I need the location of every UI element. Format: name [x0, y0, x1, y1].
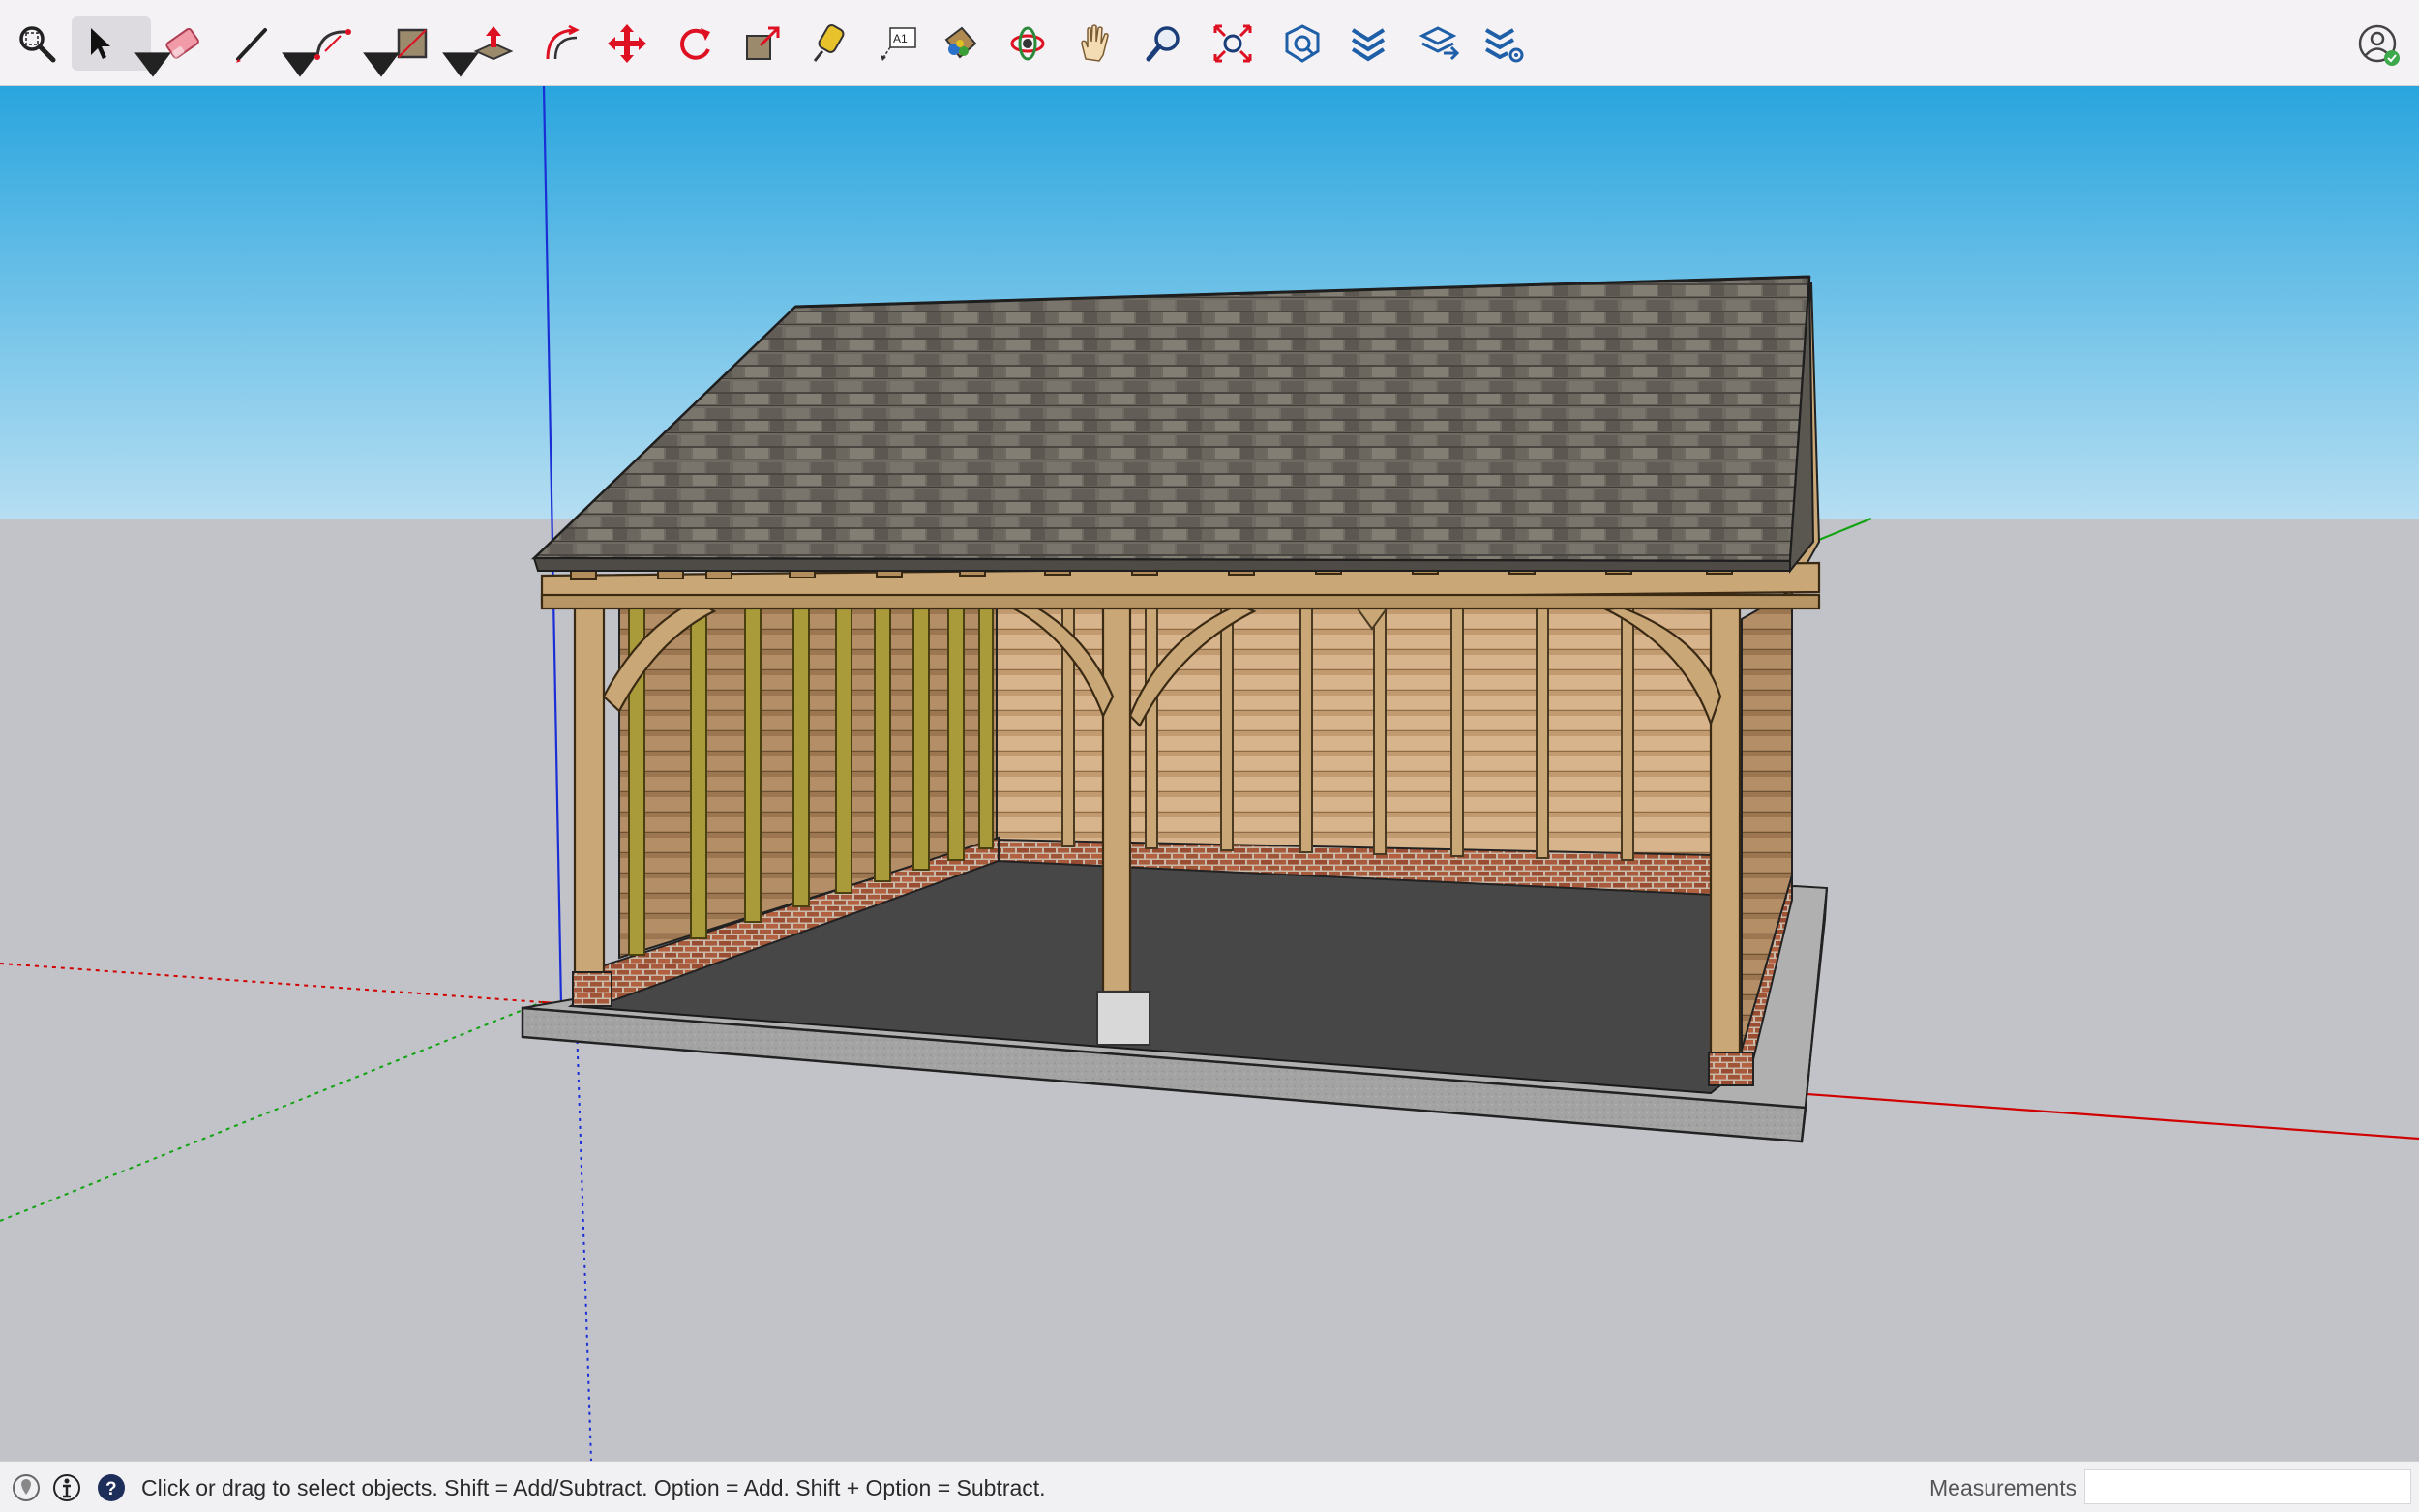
tape-measure-tool[interactable] [803, 16, 857, 71]
move-tool[interactable] [600, 16, 654, 71]
modeling-viewport[interactable] [0, 86, 2419, 1461]
push-pull-tool[interactable] [466, 16, 521, 71]
measurements-label: Measurements [1929, 1475, 2077, 1500]
extension-warehouse-tool[interactable] [1341, 16, 1395, 71]
send-to-layout-icon [1419, 26, 1460, 61]
post-right [1709, 603, 1742, 1056]
zoom-tool[interactable] [1138, 16, 1192, 71]
svg-text:?: ? [105, 1479, 117, 1499]
rectangle-icon [397, 28, 428, 59]
arc-icon [314, 29, 351, 60]
paint-bucket-icon [944, 26, 977, 59]
move-arrows-icon [608, 24, 646, 63]
offset-tool[interactable] [534, 16, 588, 71]
eraser-tool[interactable] [157, 16, 211, 71]
svg-text:A1: A1 [893, 32, 908, 45]
eraser-icon [165, 27, 199, 59]
status-hint-text: Click or drag to select objects. Shift =… [141, 1475, 1046, 1500]
magnifier-zoom-icon [1146, 26, 1180, 62]
measurements-input[interactable] [2084, 1469, 2411, 1504]
magnifier-zoom-window-icon [19, 26, 56, 63]
rotate-icon [680, 28, 710, 60]
extension-manager-tool[interactable] [1477, 16, 1531, 71]
geo-location-icon[interactable] [12, 1473, 41, 1502]
model-scene [0, 86, 2419, 1461]
rotate-tool[interactable] [668, 16, 722, 71]
zoom-extents-tool[interactable] [1206, 16, 1260, 71]
post-left-base [572, 971, 612, 1007]
paint-bucket-tool[interactable] [933, 16, 987, 71]
user-profile-icon[interactable] [2357, 23, 2402, 68]
scale-icon [746, 26, 780, 60]
text-tool[interactable]: A1 [871, 16, 925, 71]
line-tool[interactable] [224, 16, 318, 77]
zoom-extents-icon [1213, 24, 1252, 63]
post-middle [1101, 593, 1132, 993]
extension-manager-icon [1485, 28, 1524, 63]
pencil-line-icon [236, 28, 267, 63]
text-label-icon: A1 [881, 27, 916, 61]
pan-tool[interactable] [1068, 16, 1122, 71]
push-pull-icon [473, 26, 514, 61]
warehouse-icon [1285, 24, 1320, 63]
post-padstone [1096, 991, 1150, 1046]
orbit-icon [1010, 26, 1045, 61]
extension-warehouse-icon [1351, 28, 1386, 62]
post-right-base [1708, 1052, 1754, 1086]
offset-icon [546, 24, 580, 60]
status-bar: ? Click or drag to select objects. Shift… [0, 1461, 2419, 1512]
arrow-select-icon [91, 28, 110, 59]
hand-pan-icon [1081, 24, 1109, 62]
arc-tool[interactable] [306, 16, 400, 77]
rectangle-tool[interactable] [385, 16, 479, 77]
help-icon[interactable]: ? [97, 1473, 126, 1502]
orbit-tool[interactable] [1000, 16, 1055, 71]
send-to-layout-tool[interactable] [1413, 16, 1467, 71]
3d-warehouse-tool[interactable] [1275, 16, 1329, 71]
scale-tool[interactable] [735, 16, 790, 71]
post-left [573, 593, 606, 987]
zoom-window-tool[interactable] [10, 16, 64, 71]
tape-measure-icon [813, 24, 845, 62]
select-tool[interactable] [72, 16, 171, 77]
credits-info-icon[interactable] [52, 1473, 81, 1502]
main-toolbar: A1 [0, 0, 2419, 86]
